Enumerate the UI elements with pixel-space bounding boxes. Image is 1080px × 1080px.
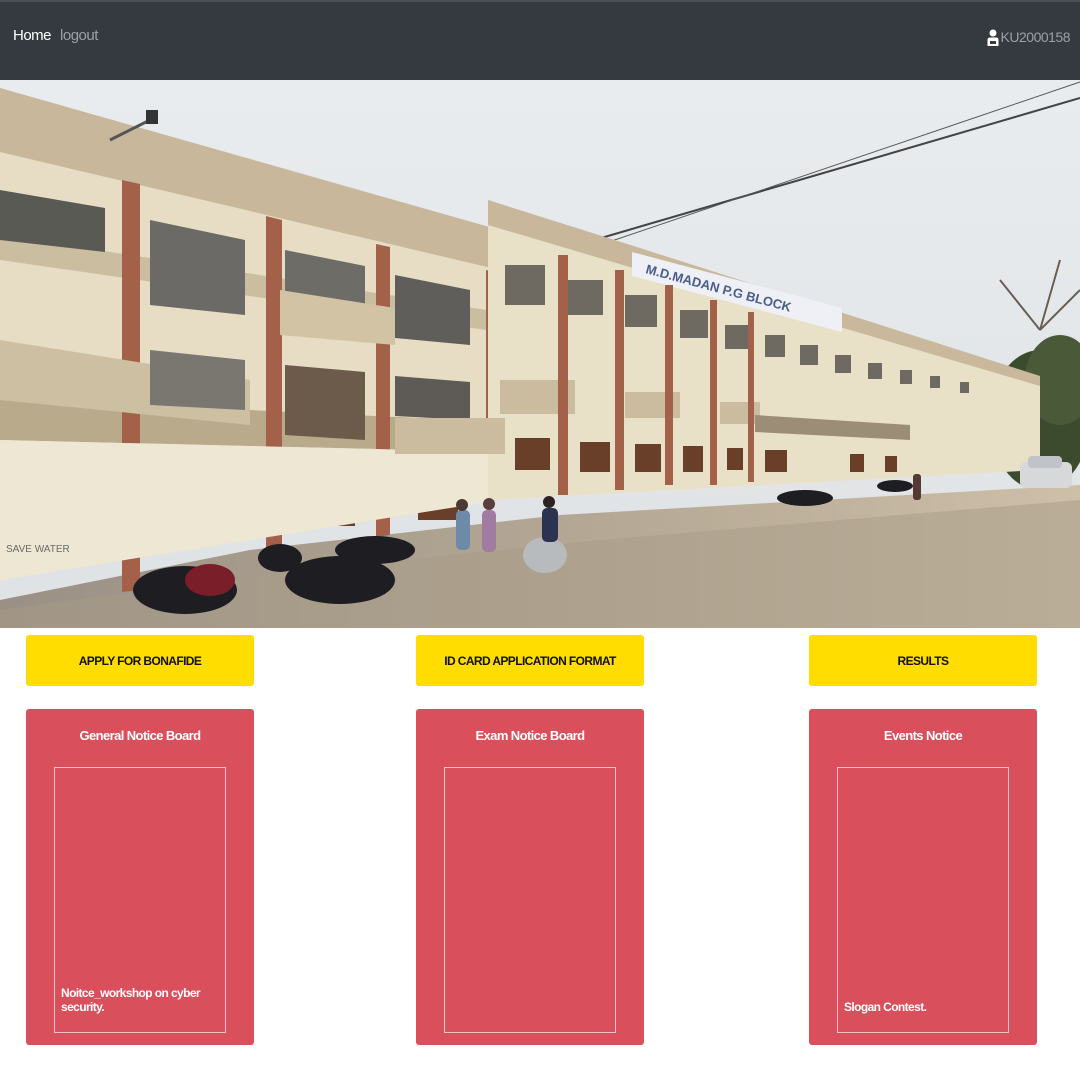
notice-list-frame: Slogan Contest. bbox=[837, 767, 1009, 1033]
notice-list-frame: Noitce_workshop on cyber security. bbox=[54, 767, 226, 1033]
campus-building-photo: SAVE WATER M.D.MADAN P.G BLOCK bbox=[0, 80, 1080, 628]
user-id-label: KU2000158 bbox=[1000, 29, 1071, 45]
notice-item-link[interactable]: Slogan Contest. bbox=[844, 1000, 1004, 1014]
card-title: Events Notice bbox=[883, 728, 963, 743]
results-button[interactable]: RESULTS bbox=[809, 635, 1037, 686]
user-icon bbox=[987, 27, 999, 47]
id-card-application-button[interactable]: ID CARD APPLICATION FORMAT bbox=[416, 635, 644, 686]
card-title: Exam Notice Board bbox=[475, 728, 585, 743]
user-menu[interactable]: KU2000158 bbox=[987, 27, 1071, 47]
nav-links: Home logout bbox=[13, 27, 98, 44]
exam-notice-board: Exam Notice Board bbox=[416, 709, 644, 1045]
general-notice-board: General Notice Board Noitce_workshop on … bbox=[26, 709, 254, 1045]
notice-list-frame bbox=[444, 767, 616, 1033]
events-notice-board: Events Notice Slogan Contest. bbox=[809, 709, 1037, 1045]
nav-home-link[interactable]: Home bbox=[13, 27, 52, 44]
apply-bonafide-button[interactable]: APPLY FOR BONAFIDE bbox=[26, 635, 254, 686]
nav-logout-link[interactable]: logout bbox=[60, 27, 98, 44]
top-navbar: Home logout KU2000158 bbox=[0, 0, 1080, 80]
wall-graffiti-text: SAVE WATER bbox=[6, 544, 70, 555]
card-title: General Notice Board bbox=[79, 728, 202, 743]
notice-item-link[interactable]: Noitce_workshop on cyber security. bbox=[61, 986, 221, 1014]
